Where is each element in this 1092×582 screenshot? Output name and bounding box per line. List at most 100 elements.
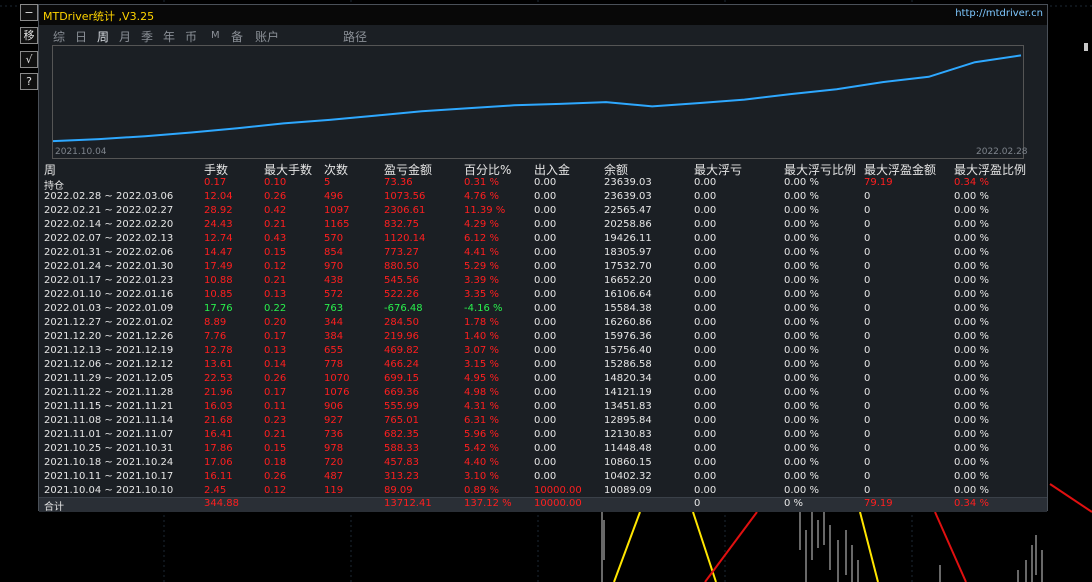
table-cell: 0.26 bbox=[264, 373, 287, 384]
table-cell: 73.36 bbox=[384, 177, 413, 188]
tab-year[interactable]: 年 bbox=[163, 28, 175, 45]
table-cell: 4.98 % bbox=[464, 387, 499, 398]
total-row: 合计 344.88 13712.41 137.12 % 10000.00 0 0 % 79.1… bbox=[44, 498, 1044, 513]
tab-note[interactable]: 备 bbox=[231, 28, 243, 45]
table-row: 2022.01.10 ~ 2022.01.16 10.85 0.13 572 522.2… bbox=[44, 289, 1044, 303]
table-cell: 0.00 bbox=[694, 401, 717, 412]
total-cell: 79.19 bbox=[864, 498, 893, 509]
table-cell: 16260.86 bbox=[604, 317, 652, 328]
table-cell: 2021.10.04 ~ 2021.10.10 bbox=[44, 485, 174, 496]
chart-start-date: 2021.10.04 bbox=[55, 147, 107, 157]
table-cell: 12.78 bbox=[204, 345, 233, 356]
table-cell: 0.00 % bbox=[784, 359, 819, 370]
table-cell: 2021.11.29 ~ 2021.12.05 bbox=[44, 373, 174, 384]
table-cell: 3.07 % bbox=[464, 345, 499, 356]
table-cell: 0.00 bbox=[534, 471, 557, 482]
table-row: 2022.01.31 ~ 2022.02.06 14.47 0.15 854 773.2… bbox=[44, 247, 1044, 261]
table-cell: 0.21 bbox=[264, 429, 287, 440]
table-cell: 0 bbox=[864, 261, 871, 272]
table-cell: 0.14 bbox=[264, 359, 287, 370]
table-cell: 0.00 % bbox=[784, 219, 819, 230]
table-cell: 0.00 % bbox=[784, 191, 819, 202]
column-header: 手数 bbox=[204, 163, 229, 177]
check-icon[interactable]: √ bbox=[20, 51, 38, 68]
table-cell: 0.89 % bbox=[464, 485, 499, 496]
table-cell: 0.00 bbox=[694, 219, 717, 230]
tab-account[interactable]: 账户 bbox=[255, 28, 279, 45]
table-cell: 778 bbox=[324, 359, 344, 370]
table-cell: 2022.02.28 ~ 2022.03.06 bbox=[44, 191, 174, 202]
table-cell: 344 bbox=[324, 317, 344, 328]
chart-side-handle[interactable] bbox=[1084, 43, 1088, 51]
table-cell: 0.00 bbox=[534, 429, 557, 440]
column-header: 最大浮亏 bbox=[694, 163, 743, 177]
table-cell: 16.03 bbox=[204, 401, 233, 412]
table-row: 2021.11.15 ~ 2021.11.21 16.03 0.11 906 555.9… bbox=[44, 401, 1044, 415]
tab-path[interactable]: 路径 bbox=[343, 28, 367, 45]
table-cell: 0.00 % bbox=[784, 177, 819, 188]
table-row: 2022.02.28 ~ 2022.03.06 12.04 0.26 496 1073.… bbox=[44, 191, 1044, 205]
table-cell: 0.00 % bbox=[954, 485, 989, 496]
table-cell: 15286.58 bbox=[604, 359, 652, 370]
table-header: 周 手数 最大手数 次数 盈亏金额 百分比% 出入金 余额 最大浮亏 最大浮亏比例 最大浮盈金额 最大… bbox=[44, 161, 1044, 177]
collapse-icon[interactable]: − bbox=[20, 4, 38, 21]
table-cell: 持仓 bbox=[44, 181, 64, 192]
tab-month[interactable]: 月 bbox=[119, 28, 131, 45]
table-cell: 0.26 bbox=[264, 471, 287, 482]
table-cell: 2.45 bbox=[204, 485, 227, 496]
table-cell: 1076 bbox=[324, 387, 350, 398]
table-row: 2022.01.24 ~ 2022.01.30 17.49 0.12 970 880.5… bbox=[44, 261, 1044, 275]
table-cell: 2021.11.15 ~ 2021.11.21 bbox=[44, 401, 174, 412]
table-cell: 880.50 bbox=[384, 261, 419, 272]
table-cell: 3.35 % bbox=[464, 289, 499, 300]
table-cell: 0.15 bbox=[264, 443, 287, 454]
tab-week[interactable]: 周 bbox=[97, 28, 109, 45]
tab-day[interactable]: 日 bbox=[75, 28, 87, 45]
table-cell: 79.19 bbox=[864, 177, 893, 188]
table-cell: 0.00 % bbox=[784, 233, 819, 244]
table-cell: 10.85 bbox=[204, 289, 233, 300]
table-cell: 0.00 % bbox=[784, 261, 819, 272]
tab-symbol[interactable]: 币 bbox=[185, 28, 197, 45]
table-cell: 0 bbox=[864, 331, 871, 342]
equity-curve-chart bbox=[52, 45, 1024, 159]
statistics-panel: MTDriver统计 ,V3.25 http://mtdriver.cn 综 日… bbox=[38, 4, 1088, 513]
column-header: 次数 bbox=[324, 163, 349, 177]
table-cell: 572 bbox=[324, 289, 344, 300]
table-cell: 0 bbox=[864, 247, 871, 258]
table-cell: 438 bbox=[324, 275, 344, 286]
table-cell: 0.00 bbox=[694, 275, 717, 286]
table-cell: 1070 bbox=[324, 373, 350, 384]
table-cell: 1073.56 bbox=[384, 191, 426, 202]
table-cell: 0 bbox=[864, 373, 871, 384]
table-cell: 0 bbox=[864, 275, 871, 286]
table-cell: 0.00 bbox=[694, 191, 717, 202]
tab-magic[interactable]: M bbox=[211, 30, 220, 41]
table-cell: 0 bbox=[864, 457, 871, 468]
table-cell: 0 bbox=[864, 191, 871, 202]
table-cell: 6.31 % bbox=[464, 415, 499, 426]
table-cell: 4.31 % bbox=[464, 401, 499, 412]
tab-quarter[interactable]: 季 bbox=[141, 28, 153, 45]
help-icon[interactable]: ? bbox=[20, 73, 38, 90]
table-cell: 4.76 % bbox=[464, 191, 499, 202]
move-icon[interactable]: 移 bbox=[20, 27, 38, 44]
table-cell: 15756.40 bbox=[604, 345, 652, 356]
panel-titlebar[interactable]: MTDriver统计 ,V3.25 http://mtdriver.cn bbox=[39, 5, 1047, 25]
table-cell: 699.15 bbox=[384, 373, 419, 384]
chart-background bbox=[53, 46, 1023, 158]
table-cell: 0.18 bbox=[264, 457, 287, 468]
column-header: 周 bbox=[44, 163, 57, 177]
table-cell: 14121.19 bbox=[604, 387, 652, 398]
tab-summary[interactable]: 综 bbox=[53, 28, 65, 45]
table-cell: 0.00 bbox=[534, 177, 557, 188]
website-link[interactable]: http://mtdriver.cn bbox=[955, 8, 1043, 19]
table-row: 2021.11.22 ~ 2021.11.28 21.96 0.17 1076 669.… bbox=[44, 387, 1044, 401]
table-cell: 284.50 bbox=[384, 317, 419, 328]
table-cell: 0.00 % bbox=[784, 275, 819, 286]
panel-title: MTDriver统计 ,V3.25 bbox=[43, 10, 155, 23]
table-cell: 0.00 bbox=[694, 373, 717, 384]
column-header: 最大浮亏比例 bbox=[784, 163, 857, 177]
table-cell: 2022.02.21 ~ 2022.02.27 bbox=[44, 205, 174, 216]
holding-row: 持仓 0.17 0.10 5 73.36 0.31 % 0.00 23639.03 0.00 0.… bbox=[44, 177, 1044, 192]
